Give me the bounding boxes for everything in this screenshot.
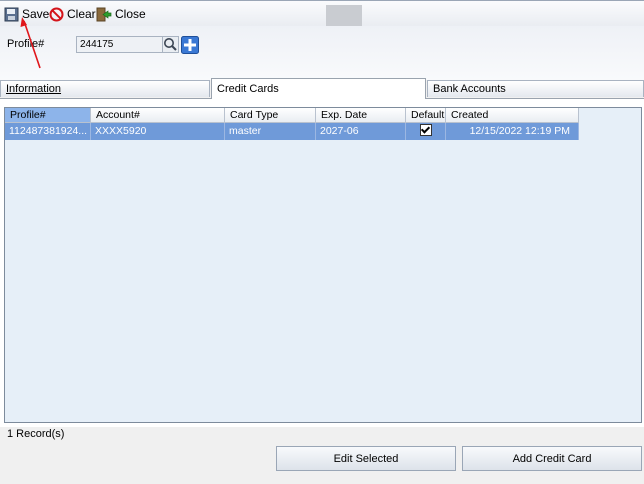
column-header-exp-date[interactable]: Exp. Date — [316, 108, 406, 123]
exit-door-icon — [96, 7, 112, 21]
tab-information[interactable]: Information — [0, 80, 210, 97]
toolbar-placeholder-block — [326, 5, 362, 26]
no-entry-icon — [49, 7, 64, 21]
edit-selected-button[interactable]: Edit Selected — [276, 446, 456, 471]
table-row[interactable]: 112487381924... XXXX5920 master 2027-06 … — [5, 123, 579, 140]
credit-cards-grid[interactable]: Profile# Account# Card Type Exp. Date De… — [4, 107, 642, 423]
default-checkbox[interactable] — [420, 124, 432, 137]
save-label: Save — [22, 7, 50, 21]
tab-credit-cards-label: Credit Cards — [217, 83, 279, 95]
profile-label: Profile# — [7, 38, 45, 50]
column-header-created[interactable]: Created — [446, 108, 579, 123]
search-icon[interactable] — [162, 36, 179, 53]
tab-information-label: Information — [6, 83, 62, 95]
clear-button[interactable]: Clear — [49, 5, 96, 23]
tab-credit-cards[interactable]: Credit Cards — [211, 78, 426, 99]
cell-profile: 112487381924... — [5, 123, 91, 140]
grid-header: Profile# Account# Card Type Exp. Date De… — [5, 108, 579, 123]
cell-card-type: master — [225, 123, 316, 140]
column-header-profile[interactable]: Profile# — [5, 108, 91, 123]
record-count: 1 Record(s) — [7, 428, 65, 440]
cell-default — [406, 123, 446, 140]
toolbar: Save Clear Close — [0, 0, 644, 27]
clear-label: Clear — [67, 7, 96, 21]
header-area — [0, 26, 644, 80]
add-credit-card-button[interactable]: Add Credit Card — [462, 446, 642, 471]
column-header-card-type[interactable]: Card Type — [225, 108, 316, 123]
save-button[interactable]: Save — [4, 5, 49, 23]
tab-bank-accounts-label: Bank Accounts — [433, 83, 506, 95]
save-icon — [4, 7, 19, 21]
add-profile-icon[interactable] — [181, 36, 199, 54]
cell-created: 12/15/2022 12:19 PM — [446, 123, 579, 140]
close-label: Close — [115, 7, 146, 21]
column-header-account[interactable]: Account# — [91, 108, 225, 123]
column-header-default[interactable]: Default — [406, 108, 446, 123]
cell-account: XXXX5920 — [91, 123, 225, 140]
close-button[interactable]: Close — [96, 5, 146, 23]
tab-bank-accounts[interactable]: Bank Accounts — [427, 80, 644, 97]
profile-input[interactable]: 244175 — [76, 36, 163, 53]
cell-exp-date: 2027-06 — [316, 123, 406, 140]
